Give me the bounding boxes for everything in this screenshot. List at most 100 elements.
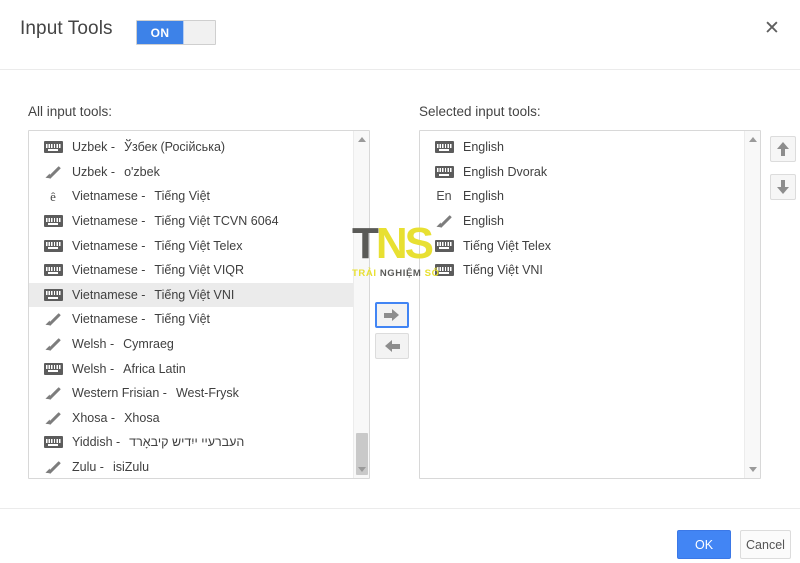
list-item[interactable]: Yiddish - העברעיי ייִדיש קיבאָרד [29, 430, 354, 455]
keyboard-icon [42, 287, 64, 303]
list-item[interactable]: Vietnamese - Tiếng Việt VIQR [29, 258, 354, 283]
list-item[interactable]: Welsh - Africa Latin [29, 356, 354, 381]
all-list-scrollbar[interactable] [353, 131, 369, 478]
scroll-down-icon[interactable] [745, 461, 760, 478]
list-item-native-name: o'zbek [124, 164, 160, 179]
list-item-native-name: Tiếng Việt VIQR [154, 263, 245, 278]
list-item-native-name: Tiếng Việt Telex [154, 238, 243, 253]
pencil-icon [42, 311, 64, 327]
list-item[interactable]: Vietnamese - Tiếng Việt TCVN 6064 [29, 209, 354, 234]
list-item-language: English Dvorak [463, 164, 548, 179]
input-tools-toggle[interactable]: ON [136, 20, 216, 45]
list-item-language: Welsh - [72, 361, 115, 376]
all-input-tools-list-inner: Uzbek - Ўзбек (Російська) Uzbek - o'zbek ê Vi… [29, 131, 354, 478]
pencil-icon [433, 213, 455, 229]
list-item-language: English [463, 140, 504, 155]
list-item-language: Zulu - [72, 460, 104, 475]
add-input-tool-button[interactable] [375, 302, 409, 328]
selected-input-tools-label: Selected input tools: [419, 104, 541, 119]
list-item[interactable]: Vietnamese - Tiếng Việt Telex [29, 233, 354, 258]
arrow-right-icon [384, 309, 400, 321]
list-item[interactable]: English [420, 209, 745, 234]
list-item[interactable]: Xhosa - Xhosa [29, 406, 354, 431]
list-item-language: Uzbek - [72, 164, 116, 179]
text-glyph-icon: ê [50, 188, 56, 204]
list-item-language: Vietnamese - [72, 189, 146, 204]
list-item-language: Vietnamese - [72, 263, 146, 278]
keyboard-icon [42, 434, 64, 450]
list-item[interactable]: En English [420, 184, 745, 209]
selected-input-tools-list[interactable]: English English Dvorak En English English Tiế… [419, 130, 761, 479]
remove-input-tool-button[interactable] [375, 333, 409, 359]
keyboard-icon [42, 238, 64, 254]
list-item-language: Western Frisian - [72, 386, 167, 401]
cancel-button[interactable]: Cancel [740, 530, 791, 559]
text-glyph-icon: En [436, 189, 452, 204]
keyboard-icon [433, 238, 455, 254]
list-item-native-name: העברעיי ייִדיש קיבאָרד [129, 435, 245, 450]
ok-button[interactable]: OK [677, 530, 731, 559]
list-item-native-name: Tiếng Việt VNI [154, 287, 235, 302]
list-item-native-name: Tiếng Việt [154, 312, 211, 327]
scroll-up-icon[interactable] [354, 131, 369, 148]
list-item[interactable]: Uzbek - Ўзбек (Російська) [29, 135, 354, 160]
list-item[interactable]: Zulu - isiZulu [29, 455, 354, 478]
arrow-up-icon [777, 142, 789, 156]
list-item[interactable]: Western Frisian - West-Frysk [29, 381, 354, 406]
list-item-native-name: Africa Latin [123, 361, 186, 376]
dialog-header: Input Tools ON ✕ [0, 0, 800, 70]
keyboard-icon [42, 262, 64, 278]
arrow-down-icon [777, 180, 789, 194]
pencil-icon [42, 336, 64, 352]
list-item-language: Uzbek - [72, 140, 116, 155]
pencil-icon [42, 459, 64, 475]
list-item[interactable]: Uzbek - o'zbek [29, 160, 354, 185]
toggle-off-track [184, 21, 215, 44]
pencil-icon [42, 385, 64, 401]
list-item-native-name: Tiếng Việt TCVN 6064 [154, 214, 279, 229]
list-item-language: Welsh - [72, 337, 115, 352]
list-item[interactable]: Vietnamese - Tiếng Việt [29, 307, 354, 332]
scroll-up-icon[interactable] [745, 131, 760, 148]
list-item-language: English [463, 214, 504, 229]
list-item-language: Vietnamese - [72, 214, 146, 229]
toggle-on-label: ON [137, 21, 184, 44]
list-item[interactable]: English Dvorak [420, 160, 745, 185]
list-item[interactable]: Tiếng Việt VNI [420, 258, 745, 283]
list-item-language: Xhosa - [72, 410, 116, 425]
input-tools-dialog: Input Tools ON ✕ All input tools: Select… [0, 0, 800, 563]
list-item[interactable]: ê Vietnamese - Tiếng Việt [29, 184, 354, 209]
move-up-button[interactable] [770, 136, 796, 162]
keyboard-icon [42, 213, 64, 229]
list-item-language: English [463, 189, 504, 204]
arrow-left-icon [384, 340, 400, 352]
all-input-tools-label: All input tools: [28, 104, 113, 119]
selected-list-scrollbar[interactable] [744, 131, 760, 478]
close-icon[interactable]: ✕ [754, 10, 790, 46]
list-item-language: Vietnamese - [72, 287, 146, 302]
list-item-language: Yiddish - [72, 435, 121, 450]
list-item[interactable]: Tiếng Việt Telex [420, 233, 745, 258]
selected-input-tools-list-inner: English English Dvorak En English English Tiế… [420, 131, 745, 478]
list-item[interactable]: Welsh - Cymraeg [29, 332, 354, 357]
all-input-tools-list[interactable]: Uzbek - Ўзбек (Російська) Uzbek - o'zbek ê Vi… [28, 130, 370, 479]
list-item-language: Vietnamese - [72, 312, 146, 327]
list-item-native-name: Cymraeg [123, 337, 174, 352]
page-title: Input Tools [20, 18, 113, 39]
dialog-body: All input tools: Selected input tools: U… [0, 70, 800, 508]
pencil-icon [42, 410, 64, 426]
scroll-down-icon[interactable] [354, 461, 369, 478]
list-item-native-name: Ўзбек (Російська) [124, 140, 226, 155]
list-item-language: Tiếng Việt VNI [463, 263, 543, 278]
keyboard-icon [433, 139, 455, 155]
dialog-footer: OK Cancel [0, 508, 800, 563]
list-item[interactable]: English [420, 135, 745, 160]
list-item-native-name: isiZulu [112, 460, 150, 475]
list-item[interactable]: Vietnamese - Tiếng Việt VNI [29, 282, 354, 308]
list-item-native-name: West-Frysk [175, 386, 239, 401]
move-down-button[interactable] [770, 174, 796, 200]
keyboard-icon [42, 139, 64, 155]
list-item-native-name: Tiếng Việt [154, 189, 211, 204]
list-item-language: Vietnamese - [72, 238, 146, 253]
keyboard-icon [433, 262, 455, 278]
